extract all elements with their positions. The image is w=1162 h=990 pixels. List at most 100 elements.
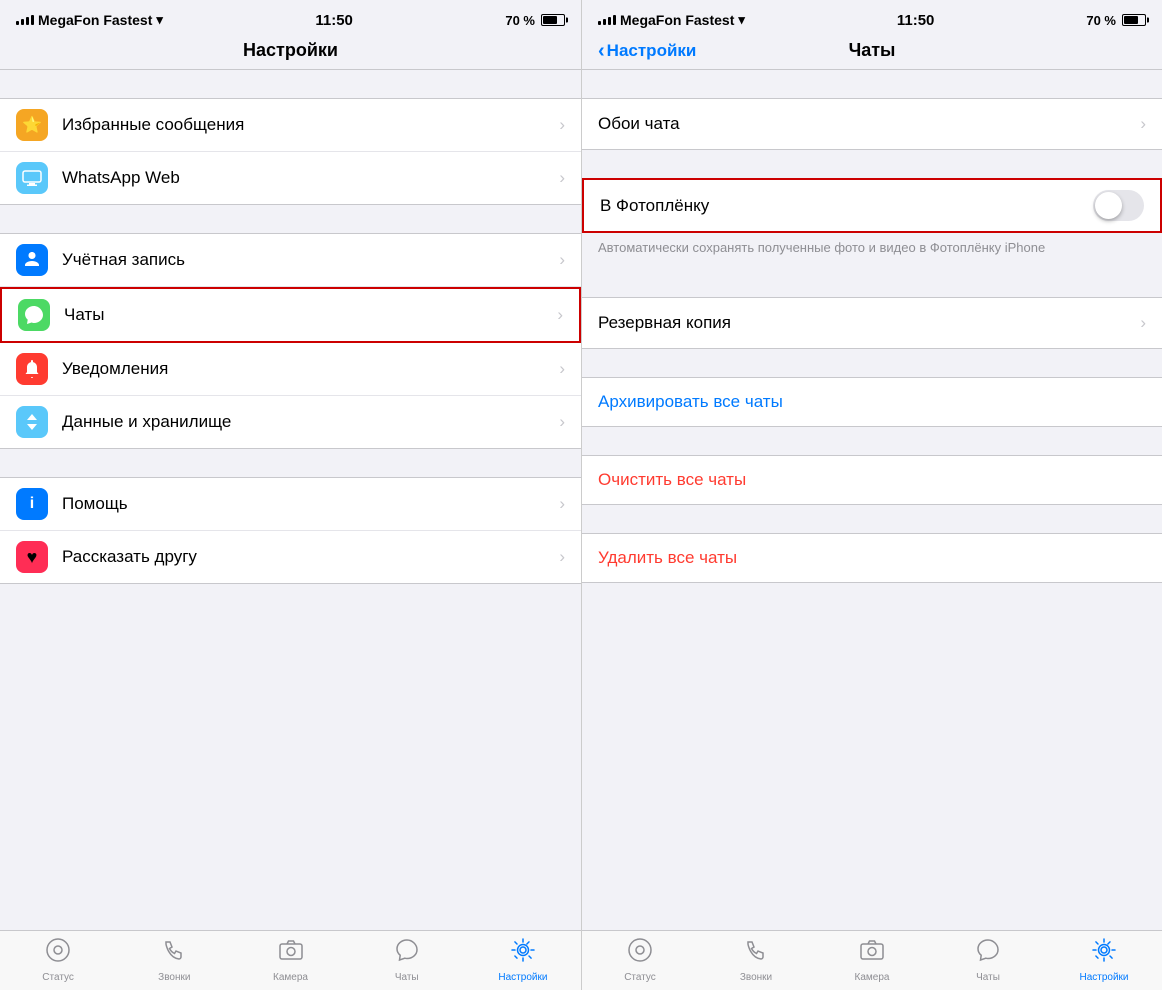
tab-settings[interactable]: Настройки <box>465 937 581 983</box>
camera-tab-icon <box>278 937 304 970</box>
data-label: Данные и хранилище <box>62 412 559 432</box>
wifi-icon-r: ▾ <box>738 12 745 28</box>
help-label: Помощь <box>62 494 559 514</box>
save-photos-caption: Автоматически сохранять полученные фото … <box>582 233 1162 269</box>
archive-all-label: Архивировать все чаты <box>598 392 783 411</box>
tab-chats-label-r: Чаты <box>976 972 1000 983</box>
settings-item-whatsapp-web[interactable]: WhatsApp Web › <box>0 152 581 204</box>
tab-chats[interactable]: Чаты <box>349 937 465 983</box>
account-label: Учётная запись <box>62 250 559 270</box>
starred-icon: ⭐ <box>16 109 48 141</box>
chats-icon <box>18 299 50 331</box>
status-left-r: MegaFon Fastest ▾ <box>598 12 745 28</box>
chevron-icon: › <box>559 359 565 379</box>
tab-calls[interactable]: Звонки <box>116 937 232 983</box>
save-to-photos-row: В Фотоплёнку <box>584 180 1160 231</box>
tab-settings-label: Настройки <box>498 972 547 983</box>
chevron-icon: › <box>559 250 565 270</box>
nav-title-right: Чаты <box>849 40 896 61</box>
wallpaper-section: Обои чата › <box>582 98 1162 150</box>
backup-item[interactable]: Резервная копия › <box>582 298 1162 348</box>
chevron-icon: › <box>559 494 565 514</box>
notifications-label: Уведомления <box>62 359 559 379</box>
chats-tab-icon-r <box>975 937 1001 970</box>
status-left: MegaFon Fastest ▾ <box>16 12 163 28</box>
status-bar-left: MegaFon Fastest ▾ 11:50 70 % <box>0 0 581 36</box>
whatsapp-web-label: WhatsApp Web <box>62 168 559 188</box>
starred-label: Избранные сообщения <box>62 115 559 135</box>
section-2: Учётная запись › Чаты › <box>0 233 581 449</box>
save-photos-section: В Фотоплёнку <box>582 178 1162 233</box>
signal-icon <box>16 15 34 25</box>
battery-percent: 70 % <box>505 13 535 28</box>
status-right: 70 % <box>505 13 565 28</box>
chats-tab-icon <box>394 937 420 970</box>
notifications-icon <box>16 353 48 385</box>
archive-all-item[interactable]: Архивировать все чаты <box>582 377 1162 427</box>
tab-status-r[interactable]: Статус <box>582 937 698 983</box>
calls-tab-icon <box>161 937 187 970</box>
data-icon <box>16 406 48 438</box>
left-phone: MegaFon Fastest ▾ 11:50 70 % Настройки ⭐ <box>0 0 581 990</box>
tell-friend-icon: ♥ <box>16 541 48 573</box>
left-scroll[interactable]: ⭐ Избранные сообщения › WhatsApp Web › <box>0 70 581 930</box>
settings-tab-icon-r <box>1091 937 1117 970</box>
tab-settings-r[interactable]: Настройки <box>1046 937 1162 983</box>
battery-percent-r: 70 % <box>1086 13 1116 28</box>
tab-calls-r[interactable]: Звонки <box>698 937 814 983</box>
right-scroll[interactable]: Обои чата › В Фотоплёнку Автоматически с… <box>582 70 1162 930</box>
camera-tab-icon-r <box>859 937 885 970</box>
chats-label: Чаты <box>64 305 557 325</box>
tell-friend-label: Рассказать другу <box>62 547 559 567</box>
settings-item-data[interactable]: Данные и хранилище › <box>0 396 581 448</box>
chevron-icon: › <box>559 115 565 135</box>
settings-item-notifications[interactable]: Уведомления › <box>0 343 581 396</box>
tab-camera-label-r: Камера <box>855 972 890 983</box>
delete-all-item[interactable]: Удалить все чаты <box>582 533 1162 583</box>
clear-all-item[interactable]: Очистить все чаты <box>582 455 1162 505</box>
tab-chats-r[interactable]: Чаты <box>930 937 1046 983</box>
section-3: i Помощь › ♥ Рассказать другу › <box>0 477 581 584</box>
tab-camera[interactable]: Камера <box>232 937 348 983</box>
tab-status-label-r: Статус <box>624 972 656 983</box>
nav-bar-right: ‹ Настройки Чаты <box>582 36 1162 69</box>
settings-tab-icon <box>510 937 536 970</box>
settings-item-chats[interactable]: Чаты › <box>0 287 581 343</box>
chevron-icon: › <box>557 305 563 325</box>
chevron-icon: › <box>559 412 565 432</box>
chevron-icon: › <box>559 168 565 188</box>
tab-camera-r[interactable]: Камера <box>814 937 930 983</box>
save-to-photos-label: В Фотоплёнку <box>600 196 1093 216</box>
status-tab-icon <box>45 937 71 970</box>
battery-icon-r <box>1122 14 1146 26</box>
tab-camera-label: Камера <box>273 972 308 983</box>
chevron-icon: › <box>1140 114 1146 134</box>
nav-title-left: Настройки <box>0 36 581 69</box>
clear-all-label: Очистить все чаты <box>598 470 746 489</box>
tab-status-label: Статус <box>42 972 74 983</box>
settings-item-tell-friend[interactable]: ♥ Рассказать другу › <box>0 531 581 583</box>
settings-item-account[interactable]: Учётная запись › <box>0 234 581 287</box>
time-label: 11:50 <box>315 12 353 29</box>
chevron-icon: › <box>559 547 565 567</box>
status-bar-right: MegaFon Fastest ▾ 11:50 70 % <box>582 0 1162 36</box>
section-1: ⭐ Избранные сообщения › WhatsApp Web › <box>0 98 581 205</box>
tab-status[interactable]: Статус <box>0 937 116 983</box>
back-button[interactable]: ‹ Настройки <box>598 41 696 61</box>
whatsapp-web-icon <box>16 162 48 194</box>
settings-item-help[interactable]: i Помощь › <box>0 478 581 531</box>
settings-item-starred[interactable]: ⭐ Избранные сообщения › <box>0 99 581 152</box>
backup-section: Резервная копия › <box>582 297 1162 349</box>
status-right-r: 70 % <box>1086 13 1146 28</box>
tab-chats-label: Чаты <box>395 972 419 983</box>
back-label: Настройки <box>607 41 697 61</box>
carrier-label: MegaFon Fastest <box>38 12 152 28</box>
calls-tab-icon-r <box>743 937 769 970</box>
wallpaper-item[interactable]: Обои чата › <box>582 99 1162 149</box>
signal-icon-r <box>598 15 616 25</box>
backup-label: Резервная копия <box>598 313 1140 333</box>
status-tab-icon-r <box>627 937 653 970</box>
tab-calls-label: Звонки <box>158 972 190 983</box>
save-to-photos-toggle[interactable] <box>1093 190 1144 221</box>
battery-icon <box>541 14 565 26</box>
